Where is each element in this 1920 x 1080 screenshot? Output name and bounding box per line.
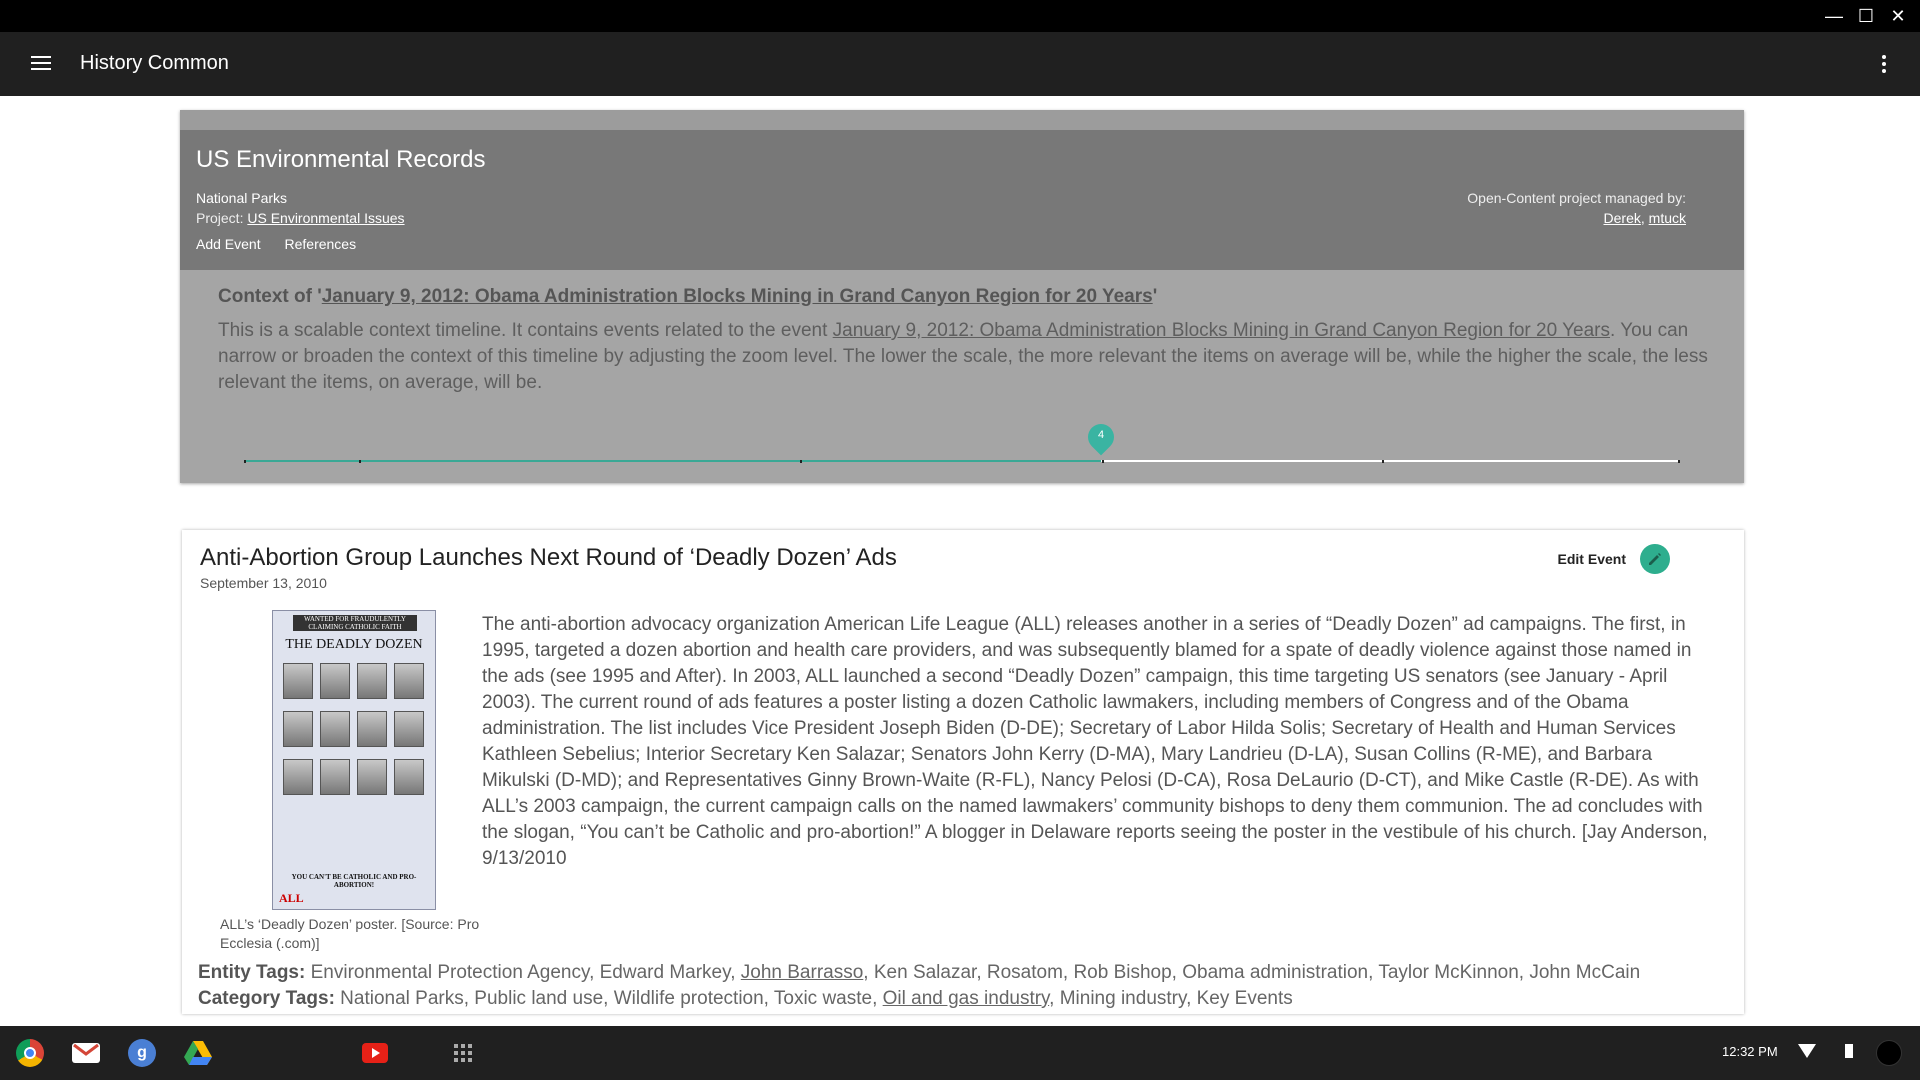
close-button[interactable]: ✕ — [1884, 4, 1912, 28]
context-header-panel: US Environmental Records National Parks … — [180, 110, 1744, 483]
portrait — [357, 759, 387, 795]
clock[interactable]: 12:32 PM — [1722, 1044, 1778, 1059]
portrait — [283, 711, 313, 747]
manager-link-mtuck[interactable]: mtuck — [1649, 210, 1686, 226]
event-title: Anti-Abortion Group Launches Next Round … — [200, 544, 897, 571]
more-options-icon[interactable] — [1872, 52, 1896, 78]
slider-tick — [359, 460, 361, 463]
youtube-icon[interactable] — [362, 1043, 388, 1063]
edit-event-button[interactable]: Edit Event — [1558, 544, 1670, 574]
project-line: Project: US Environmental Issues — [196, 210, 405, 226]
project-link[interactable]: US Environmental Issues — [247, 210, 404, 226]
slider-tick — [1678, 460, 1680, 463]
slider-fill — [244, 460, 1101, 462]
hamburger-menu-icon[interactable] — [26, 52, 56, 78]
references-link[interactable]: References — [285, 236, 357, 252]
entity-tags: Entity Tags: Environmental Protection Ag… — [198, 962, 1641, 983]
avatar[interactable] — [1876, 1040, 1902, 1066]
site-title: US Environmental Records — [196, 146, 486, 173]
portrait — [320, 663, 350, 699]
portrait — [394, 711, 424, 747]
app-bar: History Common — [0, 32, 1920, 96]
portrait — [357, 711, 387, 747]
context-description: This is a scalable context timeline. It … — [218, 320, 1708, 393]
wifi-icon[interactable] — [1798, 1044, 1816, 1058]
portrait — [283, 759, 313, 795]
deadly-dozen-poster-image: WANTED FOR FRAUDULENTLY CLAIMING CATHOLI… — [272, 610, 436, 910]
portrait — [357, 663, 387, 699]
image-caption: ALL’s ‘Deadly Dozen’ poster. [Source: Pr… — [220, 916, 480, 951]
poster-logo: ALL — [279, 891, 304, 905]
google-search-icon[interactable]: g — [128, 1039, 156, 1067]
maximize-button[interactable]: ☐ — [1852, 4, 1880, 28]
category-tag-link[interactable]: Oil and gas industry — [883, 988, 1050, 1009]
app-title: History Common — [80, 52, 229, 74]
portrait — [394, 759, 424, 795]
portrait — [320, 711, 350, 747]
context-desc-event-link[interactable]: January 9, 2012: Obama Administration Bl… — [833, 320, 1610, 341]
app-launcher-icon[interactable] — [454, 1044, 472, 1062]
slider-tick — [1102, 460, 1104, 463]
battery-icon[interactable] — [1845, 1044, 1853, 1058]
portrait — [394, 663, 424, 699]
poster-headline: THE DEADLY DOZEN — [285, 637, 423, 652]
category-tags: Category Tags: National Parks, Public la… — [198, 988, 1293, 1009]
zoom-slider[interactable]: 4 — [244, 418, 1680, 470]
manager-link-derek[interactable]: Derek — [1604, 210, 1641, 226]
context-event-link[interactable]: January 9, 2012: Obama Administration Bl… — [322, 286, 1153, 307]
window-titlebar: — ☐ ✕ — [0, 0, 1920, 32]
gmail-icon[interactable] — [72, 1043, 100, 1063]
event-card: Anti-Abortion Group Launches Next Round … — [182, 530, 1744, 1014]
slider-tick — [800, 460, 802, 463]
entity-tags-label: Entity Tags: — [198, 962, 306, 983]
taskbar: g 12:32 PM — [0, 1026, 1920, 1080]
slider-value: 4 — [1097, 429, 1105, 441]
slider-tick — [244, 460, 246, 463]
managers: Derek, mtuck — [1603, 210, 1686, 226]
context-title: Context of 'January 9, 2012: Obama Admin… — [218, 286, 1158, 307]
poster-banner: WANTED FOR FRAUDULENTLY CLAIMING CATHOLI… — [293, 615, 417, 631]
minimize-button[interactable]: — — [1820, 4, 1848, 28]
pencil-icon[interactable] — [1640, 544, 1670, 574]
entity-tag-link[interactable]: John Barrasso — [741, 962, 864, 983]
portrait — [283, 663, 313, 699]
site-header: US Environmental Records National Parks … — [180, 130, 1744, 270]
event-date: September 13, 2010 — [200, 575, 327, 591]
edit-event-label[interactable]: Edit Event — [1558, 551, 1626, 567]
drive-icon[interactable] — [184, 1039, 212, 1067]
chrome-icon[interactable] — [16, 1039, 44, 1067]
slider-tick — [1382, 460, 1384, 463]
section-name: National Parks — [196, 190, 288, 206]
event-body: The anti-abortion advocacy organization … — [482, 614, 1708, 869]
portrait — [320, 759, 350, 795]
managed-by-label: Open-Content project managed by: — [1467, 190, 1686, 206]
category-tags-label: Category Tags: — [198, 988, 335, 1009]
project-label: Project: — [196, 210, 248, 226]
header-nav: Add Event References — [196, 236, 376, 252]
poster-slogan: YOU CAN'T BE CATHOLIC AND PRO-ABORTION! — [291, 873, 417, 889]
add-event-link[interactable]: Add Event — [196, 236, 261, 252]
poster-portraits — [283, 663, 427, 795]
